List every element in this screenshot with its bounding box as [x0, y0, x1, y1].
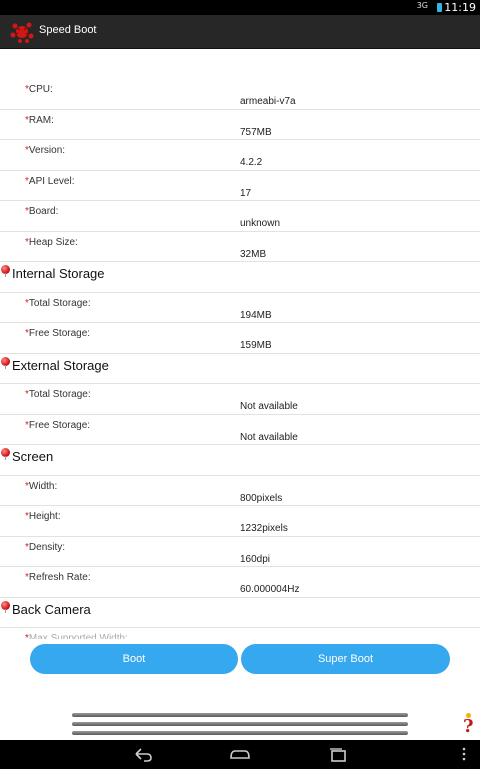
info-label: *API Level:: [25, 176, 75, 187]
info-value: Not available: [240, 401, 298, 412]
section-back-camera: Back Camera: [0, 598, 480, 628]
info-label: *Free Storage:: [25, 420, 90, 431]
boot-button[interactable]: Boot: [30, 644, 238, 674]
info-label-text: Max Supported Width:: [28, 633, 128, 639]
navigation-bar: [0, 740, 480, 769]
info-label-text: Refresh Rate:: [28, 572, 91, 583]
info-row: *Version: 4.2.2: [0, 140, 480, 171]
info-label: *Board:: [25, 206, 58, 217]
info-row: *Board: unknown: [0, 201, 480, 232]
info-value: 159MB: [240, 340, 272, 351]
app-title: Speed Boot: [39, 24, 97, 36]
app-logo-icon: [10, 22, 34, 43]
info-label: *Version:: [25, 145, 65, 156]
info-label-text: Heap Size:: [28, 236, 78, 248]
info-row: *Height: 1232pixels: [0, 506, 480, 537]
info-value: 4.2.2: [240, 157, 263, 168]
info-row: *Free Storage: Not available: [0, 415, 480, 445]
info-row: *Refresh Rate: 60.000004Hz: [0, 567, 480, 598]
pin-icon: [1, 448, 10, 460]
info-label-text: Free Storage:: [28, 419, 91, 431]
pin-icon: [1, 600, 10, 613]
info-label: *RAM:: [25, 115, 54, 126]
signal-icon: 3G: [416, 1, 428, 10]
back-icon[interactable]: [132, 745, 154, 763]
overflow-menu-icon[interactable]: [460, 745, 468, 763]
recent-apps-icon[interactable]: [327, 745, 349, 763]
info-value: 800pixels: [240, 492, 283, 504]
info-label-text: Total Storage:: [28, 297, 91, 309]
info-label: *Refresh Rate:: [25, 572, 91, 583]
info-label-text: Board:: [28, 206, 59, 217]
info-label-text: API Level:: [28, 175, 75, 187]
info-value: Not available: [240, 431, 298, 443]
info-row: *Total Storage: 194MB: [0, 293, 480, 323]
info-label: *Total Storage:: [25, 389, 91, 400]
info-value: 160dpi: [240, 553, 271, 565]
info-row: *Free Storage: 159MB: [0, 323, 480, 354]
info-label: *Max Supported Width:: [25, 633, 128, 639]
help-dot: [466, 713, 471, 718]
help-icon[interactable]: ?: [463, 713, 474, 737]
drag-handle-line[interactable]: [72, 713, 408, 717]
info-label: *Heap Size:: [25, 237, 78, 248]
section-title: Screen: [12, 449, 54, 464]
info-label: *CPU:: [25, 84, 53, 95]
info-label: *Free Storage:: [25, 328, 90, 339]
section-title: Internal Storage: [12, 266, 105, 281]
device-info-list[interactable]: *CPU: armeabi-v7a *RAM: 757MB *Version: 4.2.2…: [0, 49, 480, 639]
info-value: 60.000004Hz: [240, 584, 300, 595]
section-title: External Storage: [12, 357, 109, 373]
info-value: 32MB: [240, 248, 267, 260]
section-external-storage: External Storage: [0, 354, 480, 384]
info-label-text: Version:: [28, 145, 66, 156]
info-row: *Heap Size: 32MB: [0, 232, 480, 262]
info-row: *RAM: 757MB: [0, 110, 480, 140]
status-time: 11:19: [444, 1, 476, 14]
drag-handle-line[interactable]: [72, 722, 408, 726]
info-label: *Width:: [25, 481, 57, 492]
pin-icon: [1, 356, 10, 369]
info-row: *Max Supported Width:: [0, 628, 480, 639]
info-label: *Height:: [25, 511, 61, 522]
info-row: *API Level: 17: [0, 171, 480, 201]
home-icon[interactable]: [229, 745, 251, 763]
section-internal-storage: Internal Storage: [0, 262, 480, 293]
info-row: *CPU: armeabi-v7a: [0, 79, 480, 110]
info-value: 194MB: [240, 309, 272, 321]
info-label-text: Height:: [28, 511, 61, 522]
info-row: *Total Storage: Not available: [0, 384, 480, 415]
pin-icon: [1, 265, 10, 277]
section-screen: Screen: [0, 445, 480, 476]
drag-handle-line[interactable]: [72, 731, 408, 735]
info-label-text: Total Storage:: [28, 389, 91, 400]
info-value: unknown: [240, 218, 281, 229]
info-label-text: CPU:: [28, 84, 53, 95]
info-row: *Width: 800pixels: [0, 476, 480, 506]
info-label-text: Free Storage:: [28, 328, 91, 339]
info-label-text: Density:: [28, 541, 66, 553]
action-bar: Speed Boot: [0, 15, 480, 49]
super-boot-button[interactable]: Super Boot: [241, 644, 450, 674]
info-label-text: Width:: [28, 480, 58, 492]
info-value: 1232pixels: [240, 523, 288, 534]
info-label-text: RAM:: [28, 114, 54, 126]
info-value: 757MB: [240, 126, 272, 138]
info-label: *Density:: [25, 542, 65, 553]
status-bar: 3G 11:19: [0, 0, 480, 15]
section-title: Back Camera: [12, 601, 91, 617]
info-row: *Density: 160dpi: [0, 537, 480, 567]
info-value: 17: [240, 187, 252, 199]
battery-icon: [437, 3, 442, 12]
info-value: armeabi-v7a: [240, 96, 296, 107]
info-label: *Total Storage:: [25, 298, 91, 309]
